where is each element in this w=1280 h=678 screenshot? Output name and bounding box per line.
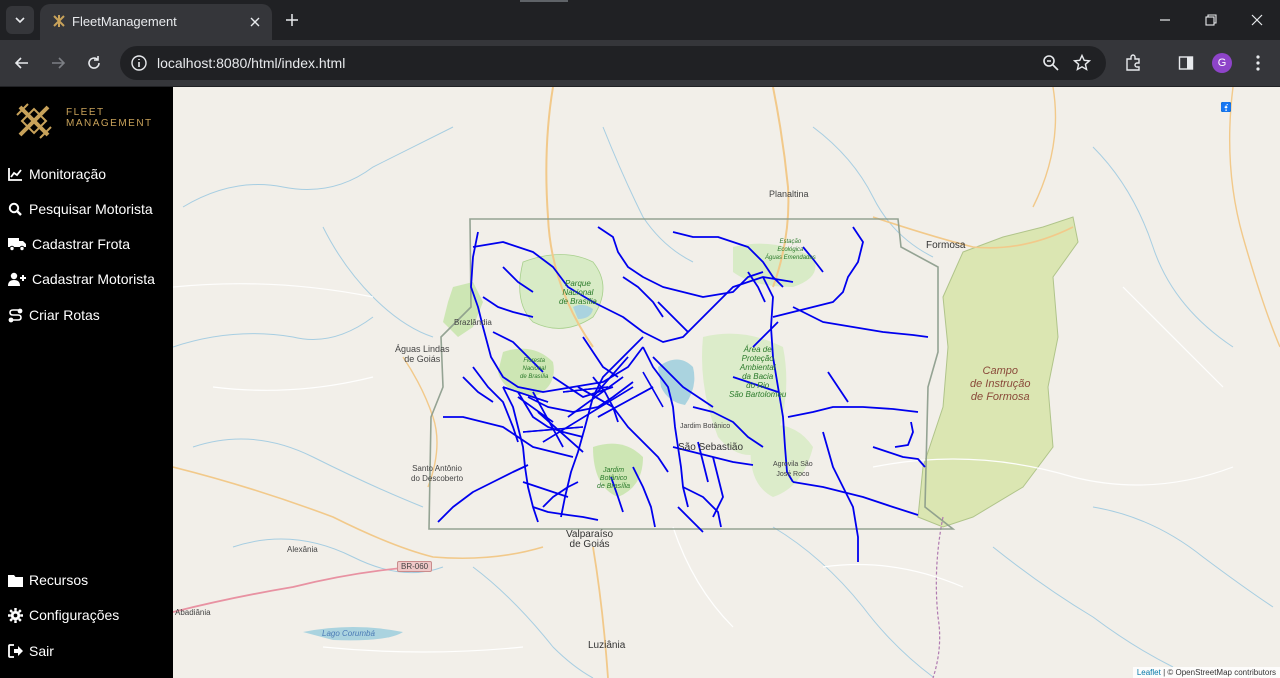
reload-icon[interactable] [82, 51, 106, 75]
logo-text: FLEET MANAGEMENT [66, 107, 153, 129]
place-label-aguas-lindas: Águas Lindas de Goiás [395, 344, 450, 364]
place-label-abadiania: Abadiânia [175, 608, 211, 617]
new-tab-icon[interactable] [282, 10, 302, 30]
menu-item-label: Pesquisar Motorista [29, 201, 153, 217]
route-icon [7, 307, 23, 323]
park-label-estacao-ecologica: Estação Ecológica Águas Emendadas [765, 239, 816, 261]
chevron-down-icon [15, 17, 25, 24]
site-info-icon[interactable] [130, 54, 148, 72]
place-label-sao-sebastiao: São Sebastião [678, 442, 744, 453]
menu-item-monitoracao[interactable]: Monitoração [7, 163, 106, 185]
route-line [787, 406, 919, 418]
tab-title: FleetManagement [72, 14, 177, 29]
menu-item-label: Criar Rotas [29, 307, 100, 323]
extensions-icon[interactable] [1121, 51, 1145, 75]
route-line [822, 431, 859, 562]
route-line [462, 376, 494, 403]
more-menu-icon[interactable] [1246, 51, 1270, 75]
place-label-brazlandia: Brazlândia [454, 318, 492, 327]
minimize-icon[interactable] [1142, 0, 1188, 40]
instagram-icon[interactable] [1221, 102, 1270, 113]
park-label-floresta-nacional: Floresta Nacional de Brasília [520, 358, 549, 380]
place-label-planaltina: Planaltina [769, 189, 809, 199]
search-icon [7, 201, 23, 217]
restore-icon[interactable] [1188, 0, 1234, 40]
truck-icon [7, 236, 26, 252]
folder-icon [7, 572, 23, 588]
park-label-parque-nacional: Parque Nacional de Brasília [559, 279, 597, 306]
side-panel-icon[interactable] [1174, 51, 1198, 75]
fleet-favicon-icon [53, 15, 65, 27]
forward-icon[interactable] [46, 51, 70, 75]
zoom-icon[interactable] [1042, 54, 1060, 72]
park-label-jardim-botanico: Jardim Botânico de Brasília [597, 467, 631, 490]
route-line [792, 481, 919, 516]
fleet-logo[interactable]: FLEET MANAGEMENT [14, 101, 151, 143]
logo-line2: MANAGEMENT [66, 118, 153, 129]
route-line [872, 446, 926, 468]
sidebar: FLEET MANAGEMENT Monitoração Pesquisar M… [0, 87, 173, 678]
address-bar[interactable]: localhost:8080/html/index.html [120, 46, 1106, 80]
menu-item-configuracoes[interactable]: Configurações [7, 604, 119, 626]
place-label-lago-corumba: Lago Corumbá [322, 629, 375, 638]
url-text[interactable]: localhost:8080/html/index.html [157, 55, 345, 71]
map-view[interactable]: Planaltina Formosa Águas Lindas de Goiás… [173, 87, 1280, 678]
map-attribution: Leaflet | © OpenStreetMap contributors [1132, 667, 1280, 678]
place-label-agrovila: Agrovila São José Roco [773, 461, 813, 478]
menu-item-label: Cadastrar Motorista [32, 271, 155, 287]
browser-toolbar: localhost:8080/html/index.html [0, 40, 1280, 86]
fleet-logo-icon [16, 103, 52, 139]
tab-close-icon[interactable] [246, 13, 264, 31]
logo-line1: FLEET [66, 107, 105, 118]
close-window-icon[interactable] [1234, 0, 1280, 40]
profile-avatar[interactable]: G [1212, 53, 1232, 73]
route-line [792, 306, 929, 338]
leaflet-link[interactable]: Leaflet [1137, 668, 1161, 677]
place-label-formosa: Formosa [926, 240, 966, 251]
menu-item-cadastrar-motorista[interactable]: Cadastrar Motorista [7, 268, 155, 290]
menu-item-label: Cadastrar Frota [32, 236, 131, 252]
route-line [532, 506, 599, 521]
back-icon[interactable] [10, 51, 34, 75]
menu-item-label: Monitoração [29, 166, 107, 182]
place-label-jardim-botanico: Jardim Botânico [680, 423, 731, 430]
campo-instrucao-label: Campo de Instrução de Formosa [970, 365, 1031, 403]
place-label-alexania: Alexânia [287, 545, 318, 554]
menu-item-label: Recursos [29, 572, 89, 588]
chart-line-icon [7, 166, 23, 182]
osm-attribution: | © OpenStreetMap contributors [1160, 668, 1276, 677]
route-line [894, 421, 914, 448]
menu-item-pesquisar-motorista[interactable]: Pesquisar Motorista [7, 198, 153, 220]
menu-item-sair[interactable]: Sair [7, 640, 54, 662]
route-line [827, 371, 849, 403]
route-line [443, 416, 574, 458]
map-tiles [173, 87, 1280, 678]
facebook-icon[interactable] [1221, 102, 1251, 113]
menu-item-label: Sair [29, 643, 54, 659]
menu-item-criar-rotas[interactable]: Criar Rotas [7, 304, 100, 326]
route-line [682, 486, 722, 528]
user-plus-icon [7, 271, 26, 287]
road-shield-br060: BR-060 [397, 561, 433, 572]
place-label-santo-antonio: Santo Antônio do Descoberto [411, 464, 464, 483]
social-links [1221, 102, 1270, 113]
bookmark-star-icon[interactable] [1073, 54, 1091, 72]
park-label-apa-sao-bartolomeu: Área de Proteção Ambiental da Bacia do R… [729, 345, 787, 399]
route-line [582, 336, 619, 378]
sign-out-icon [7, 643, 23, 659]
window-drag-indicator [520, 0, 568, 2]
place-label-valparaiso: Valparaíso de Goiás [566, 529, 614, 550]
gear-icon [7, 607, 23, 623]
menu-item-label: Configurações [29, 607, 120, 623]
browser-tab-bar: FleetManagement [0, 0, 1280, 40]
menu-item-cadastrar-frota[interactable]: Cadastrar Frota [7, 233, 130, 255]
place-label-luziania: Luziânia [588, 640, 626, 651]
menu-item-recursos[interactable]: Recursos [7, 569, 88, 591]
tab-search-button[interactable] [6, 6, 34, 34]
browser-tab[interactable]: FleetManagement [40, 4, 272, 40]
